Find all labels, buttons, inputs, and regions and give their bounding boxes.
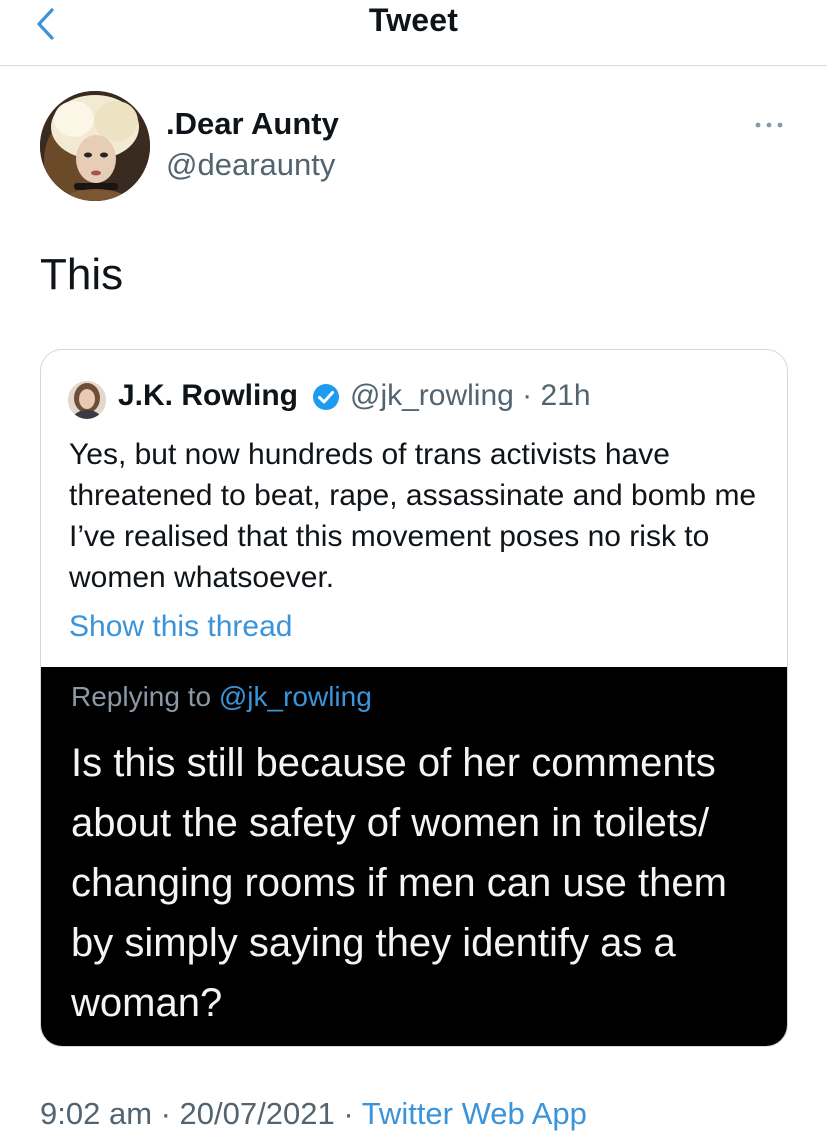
quote-media-screenshot[interactable]: Replying to @jk_rowling Is this still be… <box>41 667 787 1046</box>
replying-handle[interactable]: @jk_rowling <box>219 681 372 712</box>
quote-text: Yes, but now hundreds of trans activists… <box>69 438 757 594</box>
avatar-image <box>40 91 150 201</box>
tweet-text: This <box>40 250 124 299</box>
show-thread-link[interactable]: Show this thread <box>69 610 292 644</box>
more-dots-icon[interactable] <box>752 112 786 138</box>
display-name[interactable]: .Dear Aunty <box>166 106 339 142</box>
quote-handle-time: @jk_rowling · 21h <box>350 379 591 412</box>
quote-avatar-image <box>68 381 106 419</box>
media-reply-text: Is this still because of her comments ab… <box>71 741 727 1025</box>
quote-avatar <box>68 381 106 419</box>
quote-display-name: J.K. Rowling <box>118 379 298 412</box>
verified-badge-icon <box>313 384 339 410</box>
replying-to: Replying to @jk_rowling <box>71 681 372 713</box>
source-app-link[interactable]: Twitter Web App <box>362 1096 587 1131</box>
tweet-metadata: 9:02 am · 20/07/2021 · Twitter Web App <box>40 1096 587 1132</box>
avatar[interactable] <box>40 91 150 201</box>
top-bar: Tweet <box>0 0 827 66</box>
replying-prefix: Replying to <box>71 681 219 712</box>
page-title: Tweet <box>368 2 459 38</box>
timestamp: 9:02 am · 20/07/2021 · <box>40 1096 362 1131</box>
quoted-tweet[interactable]: J.K. Rowling @jk_rowling · 21h Yes, but … <box>40 349 788 1047</box>
user-handle[interactable]: @dearaunty <box>166 147 335 183</box>
